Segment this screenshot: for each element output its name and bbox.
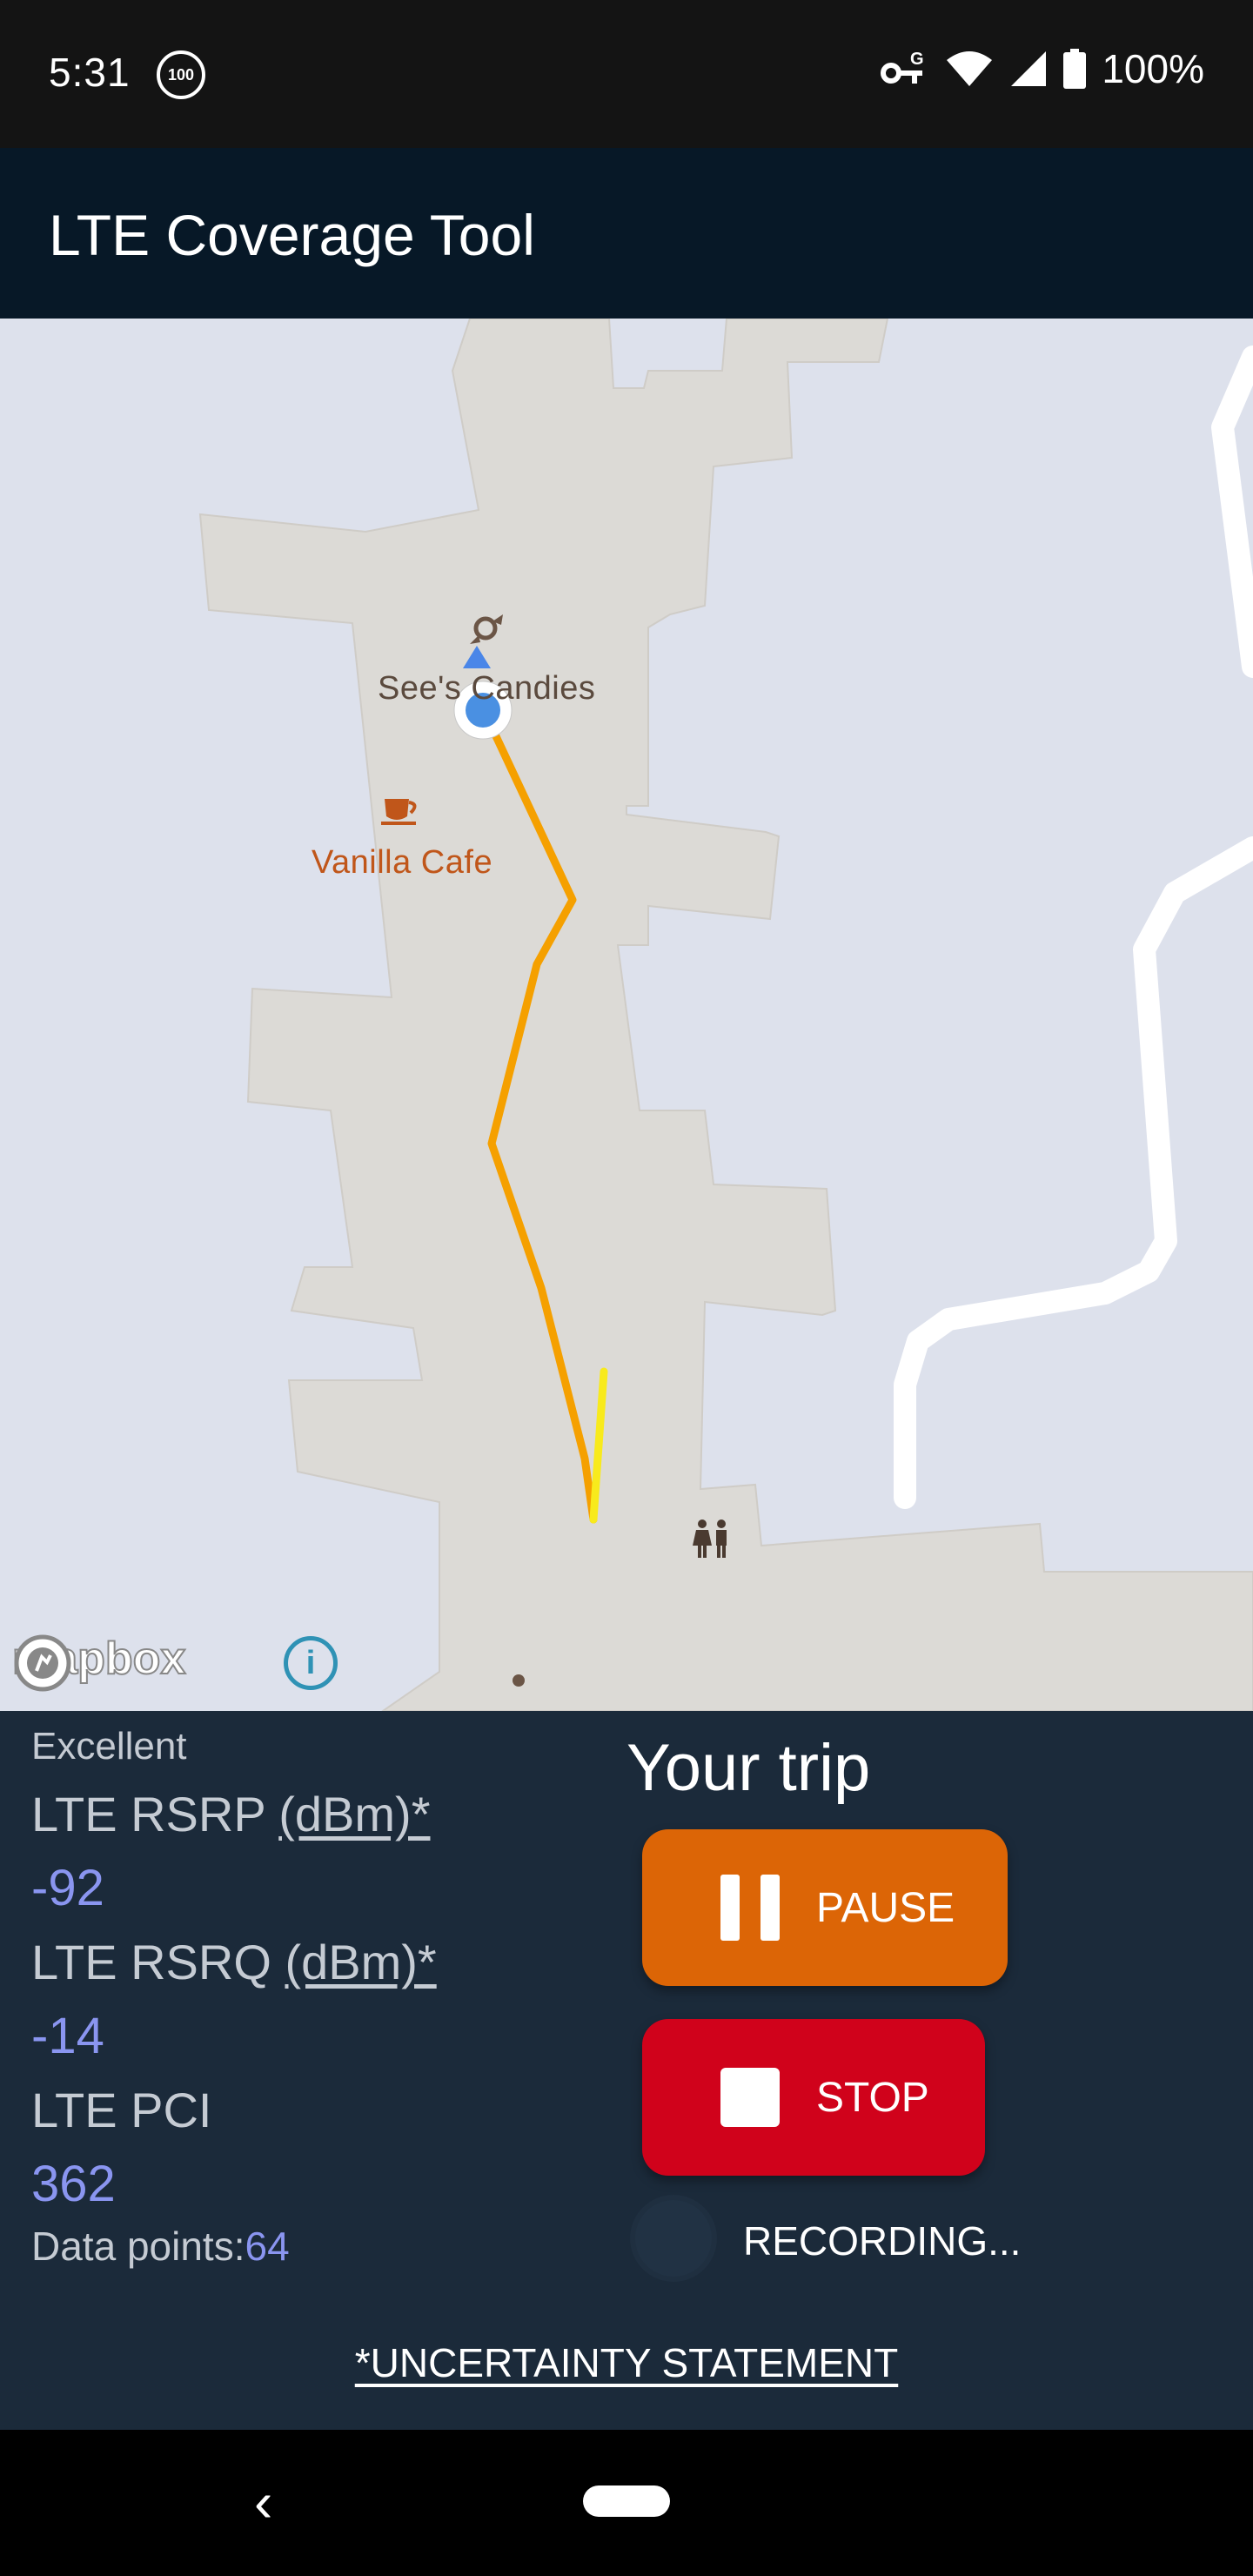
map-view[interactable]: See's Candies Vanilla Cafe mapbox i	[0, 319, 1253, 1711]
rsrq-name: LTE RSRQ	[31, 1935, 271, 1989]
rsrq-unit-link[interactable]: (dBm)*	[285, 1935, 436, 1989]
data-points-label: Data points:	[31, 2224, 245, 2269]
building-footprint	[198, 319, 1253, 1711]
wifi-icon	[947, 51, 993, 86]
rsrq-value: -14	[31, 2008, 104, 2064]
status-time: 5:31	[49, 50, 131, 95]
rsrp-label: LTE RSRP (dBm)*	[31, 1786, 430, 1842]
svg-text:G: G	[910, 50, 924, 69]
rsrp-unit-link[interactable]: (dBm)*	[278, 1787, 430, 1841]
app-title: LTE Coverage Tool	[49, 203, 535, 267]
recording-status: RECORDING...	[743, 2218, 1022, 2264]
stop-button[interactable]: STOP	[642, 2019, 985, 2176]
trip-title: Your trip	[626, 1731, 871, 1805]
poi-label-vanilla-cafe[interactable]: Vanilla Cafe	[312, 844, 492, 882]
rsrp-name: LTE RSRP	[31, 1787, 265, 1841]
pause-button-label: PAUSE	[816, 1885, 955, 1931]
pci-label: LTE PCI	[31, 2083, 212, 2137]
status-icons: G 100%	[879, 45, 1204, 92]
uncertainty-statement-link[interactable]: *UNCERTAINTY STATEMENT	[0, 2339, 1253, 2386]
pci-value: 362	[31, 2156, 116, 2212]
poi-label-sees-candies[interactable]: See's Candies	[378, 670, 595, 708]
mapbox-logo: mapbox	[11, 1633, 186, 1692]
signal-quality-label: Excellent	[31, 1725, 187, 1768]
rsrp-value: -92	[31, 1860, 104, 1916]
map-canvas[interactable]	[0, 319, 1253, 1711]
rsrq-label: LTE RSRQ (dBm)*	[31, 1934, 437, 1990]
battery-icon	[1063, 49, 1087, 89]
mapbox-mark-icon	[14, 1634, 71, 1692]
home-pill-button[interactable]	[583, 2485, 670, 2517]
app-bar: LTE Coverage Tool	[0, 148, 1253, 319]
recording-indicator-icon	[630, 2195, 717, 2282]
road	[894, 345, 1253, 1509]
vpn-key-icon: G	[881, 50, 924, 84]
data-points-value: 64	[245, 2224, 290, 2269]
stop-icon	[720, 2068, 780, 2127]
data-points-count: Data points:64	[31, 2223, 290, 2270]
notification-badge-icon: 100	[157, 50, 205, 99]
system-nav-bar: ‹	[0, 2430, 1253, 2576]
status-bar: 5:31 100 G 100%	[0, 0, 1253, 148]
pause-icon	[720, 1875, 785, 1941]
attribution-info-icon[interactable]: i	[284, 1636, 338, 1690]
poi-dot	[513, 1674, 525, 1687]
cellular-signal-icon	[1011, 51, 1047, 86]
back-icon[interactable]: ‹	[254, 2470, 272, 2534]
battery-percent: 100%	[1102, 46, 1204, 91]
signal-panel: Excellent LTE RSRP (dBm)* -92 LTE RSRQ (…	[0, 1711, 1253, 2430]
stop-button-label: STOP	[816, 2075, 929, 2121]
pause-button[interactable]: PAUSE	[642, 1829, 1008, 1986]
